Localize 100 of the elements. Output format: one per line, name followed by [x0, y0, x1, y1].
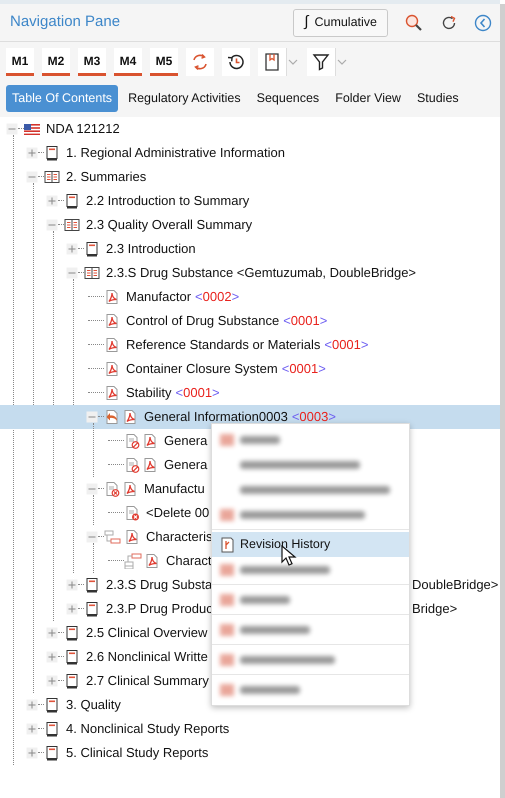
- expand-icon[interactable]: [26, 146, 38, 159]
- caret-icon[interactable]: [287, 57, 299, 67]
- tab[interactable]: Folder View: [329, 85, 407, 112]
- tree-label: Genera: [164, 456, 208, 474]
- scrollbar[interactable]: [500, 4, 505, 798]
- module-button[interactable]: M3: [78, 48, 106, 76]
- expand-icon[interactable]: [26, 698, 38, 711]
- module-button[interactable]: M5: [150, 48, 178, 76]
- tree-label: 1. Regional Administrative Information: [66, 144, 285, 162]
- book-icon: [64, 192, 80, 209]
- expand-icon[interactable]: [46, 194, 58, 207]
- filter-icon[interactable]: [311, 52, 331, 72]
- collapse-icon[interactable]: [26, 170, 38, 183]
- open-book-icon: [44, 168, 60, 185]
- tree-label: Manufactu: [144, 480, 205, 498]
- search-icon[interactable]: [404, 12, 424, 32]
- tab[interactable]: Sequences: [250, 85, 326, 112]
- tree-row[interactable]: Genera: [0, 428, 500, 453]
- collapse-icon[interactable]: [66, 266, 78, 279]
- module-button[interactable]: M2: [42, 48, 70, 76]
- menu-item[interactable]: Revision History: [212, 532, 409, 557]
- tab[interactable]: Studies: [410, 85, 465, 112]
- tree-row[interactable]: Genera: [0, 452, 500, 477]
- book-icon: [44, 144, 60, 161]
- tree-row[interactable]: 2.2 Introduction to Summary: [0, 188, 500, 213]
- version-label: <0001>: [176, 384, 220, 402]
- tree-label: Genera: [164, 432, 208, 450]
- cumulative-button[interactable]: ∫ Cumulative: [293, 8, 388, 36]
- pdf-icon: [122, 480, 138, 497]
- tree-row[interactable]: 2.3.S Drug Substance <Gemtuzumab, DoubleBridge>: [0, 260, 500, 285]
- expand-icon[interactable]: [26, 746, 38, 759]
- tree-label: Reference Standards or Materials: [126, 336, 320, 354]
- tree-row[interactable]: Manufactor <0002>: [0, 284, 500, 309]
- history-icon[interactable]: [226, 52, 246, 72]
- collapse-icon[interactable]: [86, 410, 98, 423]
- tree-row[interactable]: 2.5 Clinical Overview: [0, 620, 500, 645]
- book-icon: [84, 240, 100, 257]
- tab[interactable]: Regulatory Activities: [122, 85, 247, 112]
- tree-row[interactable]: Container Closure System <0001>: [0, 356, 500, 381]
- tree-label: 2.2 Introduction to Summary: [86, 192, 250, 210]
- tree-row[interactable]: 2.3 Quality Overall Summary: [0, 212, 500, 237]
- tree-row[interactable]: Manufactu: [0, 476, 500, 501]
- collapse-icon[interactable]: [86, 530, 98, 543]
- tree-row[interactable]: 2.6 Nonclinical Writte: [0, 644, 500, 669]
- tree-row[interactable]: 3. Quality: [0, 692, 500, 717]
- refresh-icon[interactable]: [440, 14, 458, 32]
- tree-label: 2.3 Quality Overall Summary: [86, 216, 252, 234]
- tree-row[interactable]: 2.7 Clinical Summary: [0, 668, 500, 693]
- book-icon: [84, 576, 100, 593]
- back-icon[interactable]: [474, 14, 492, 32]
- tree-row[interactable]: <Delete 00: [0, 500, 500, 525]
- tree-row[interactable]: Stability <0001>: [0, 380, 500, 405]
- blocked-document-icon: [124, 456, 140, 473]
- tree-label: 2.6 Nonclinical Writte: [86, 648, 208, 666]
- tree-label: 2.3.P Drug Produc: [106, 600, 213, 618]
- tree-row[interactable]: 1. Regional Administrative Information: [0, 140, 500, 165]
- pdf-icon: [142, 432, 158, 449]
- tree-label: 4. Nonclinical Study Reports: [66, 720, 230, 738]
- tree-row[interactable]: General Information0003 <0003>: [0, 404, 500, 429]
- book-icon: [44, 744, 60, 761]
- expand-icon[interactable]: [46, 626, 58, 639]
- tree-label: Characteris: [146, 528, 212, 546]
- expand-icon[interactable]: [66, 602, 78, 615]
- tree-label: 5. Clinical Study Reports: [66, 744, 208, 762]
- caret-icon[interactable]: [336, 57, 348, 67]
- version-label: <0002>: [195, 288, 240, 306]
- collapse-icon[interactable]: [46, 218, 58, 231]
- tree-row[interactable]: 5. Clinical Study Reports: [0, 740, 500, 765]
- tree-label: 2.3.S Drug Substance <Gemtuzumab, DoubleBridge>: [106, 264, 416, 282]
- reply-arrow-icon: [104, 408, 120, 425]
- expand-icon[interactable]: [66, 578, 78, 591]
- tree-row[interactable]: 4. Nonclinical Study Reports: [0, 716, 500, 741]
- tree-label: DoubleBridge>: [412, 576, 498, 594]
- pdf-icon: [104, 384, 120, 401]
- tree-row[interactable]: 2.3.P Drug Produc Bridge>: [0, 596, 500, 621]
- version-label: <0003>: [292, 408, 336, 426]
- book-icon: [64, 672, 80, 689]
- collapse-icon[interactable]: [86, 482, 98, 495]
- tree-row[interactable]: 2. Summaries: [0, 164, 500, 189]
- expand-icon[interactable]: [46, 674, 58, 687]
- blocked-document-icon: [124, 432, 140, 449]
- tree-row[interactable]: Reference Standards or Materials <0001>: [0, 332, 500, 357]
- expand-icon[interactable]: [26, 722, 38, 735]
- tree-row[interactable]: 2.3 Introduction: [0, 236, 500, 261]
- pdf-icon: [122, 408, 138, 425]
- tree-label: 2.5 Clinical Overview: [86, 624, 208, 642]
- module-button[interactable]: M4: [114, 48, 142, 76]
- tree-row[interactable]: Control of Drug Substance <0001>: [0, 308, 500, 333]
- tree-label: Charact: [166, 552, 212, 570]
- tree-row[interactable]: 2.3.S Drug Substa DoubleBridge>: [0, 572, 500, 597]
- expand-icon[interactable]: [46, 650, 58, 663]
- tree-row[interactable]: NDA 121212: [0, 116, 500, 141]
- pdf-icon: [104, 336, 120, 353]
- book-icon: [44, 696, 60, 713]
- book-icon: [84, 600, 100, 617]
- module-button[interactable]: M1: [6, 48, 34, 76]
- collapse-icon[interactable]: [6, 122, 18, 135]
- tree-label: <Delete 00: [146, 504, 210, 522]
- expand-icon[interactable]: [66, 242, 78, 255]
- version-label: <0001>: [283, 312, 328, 330]
